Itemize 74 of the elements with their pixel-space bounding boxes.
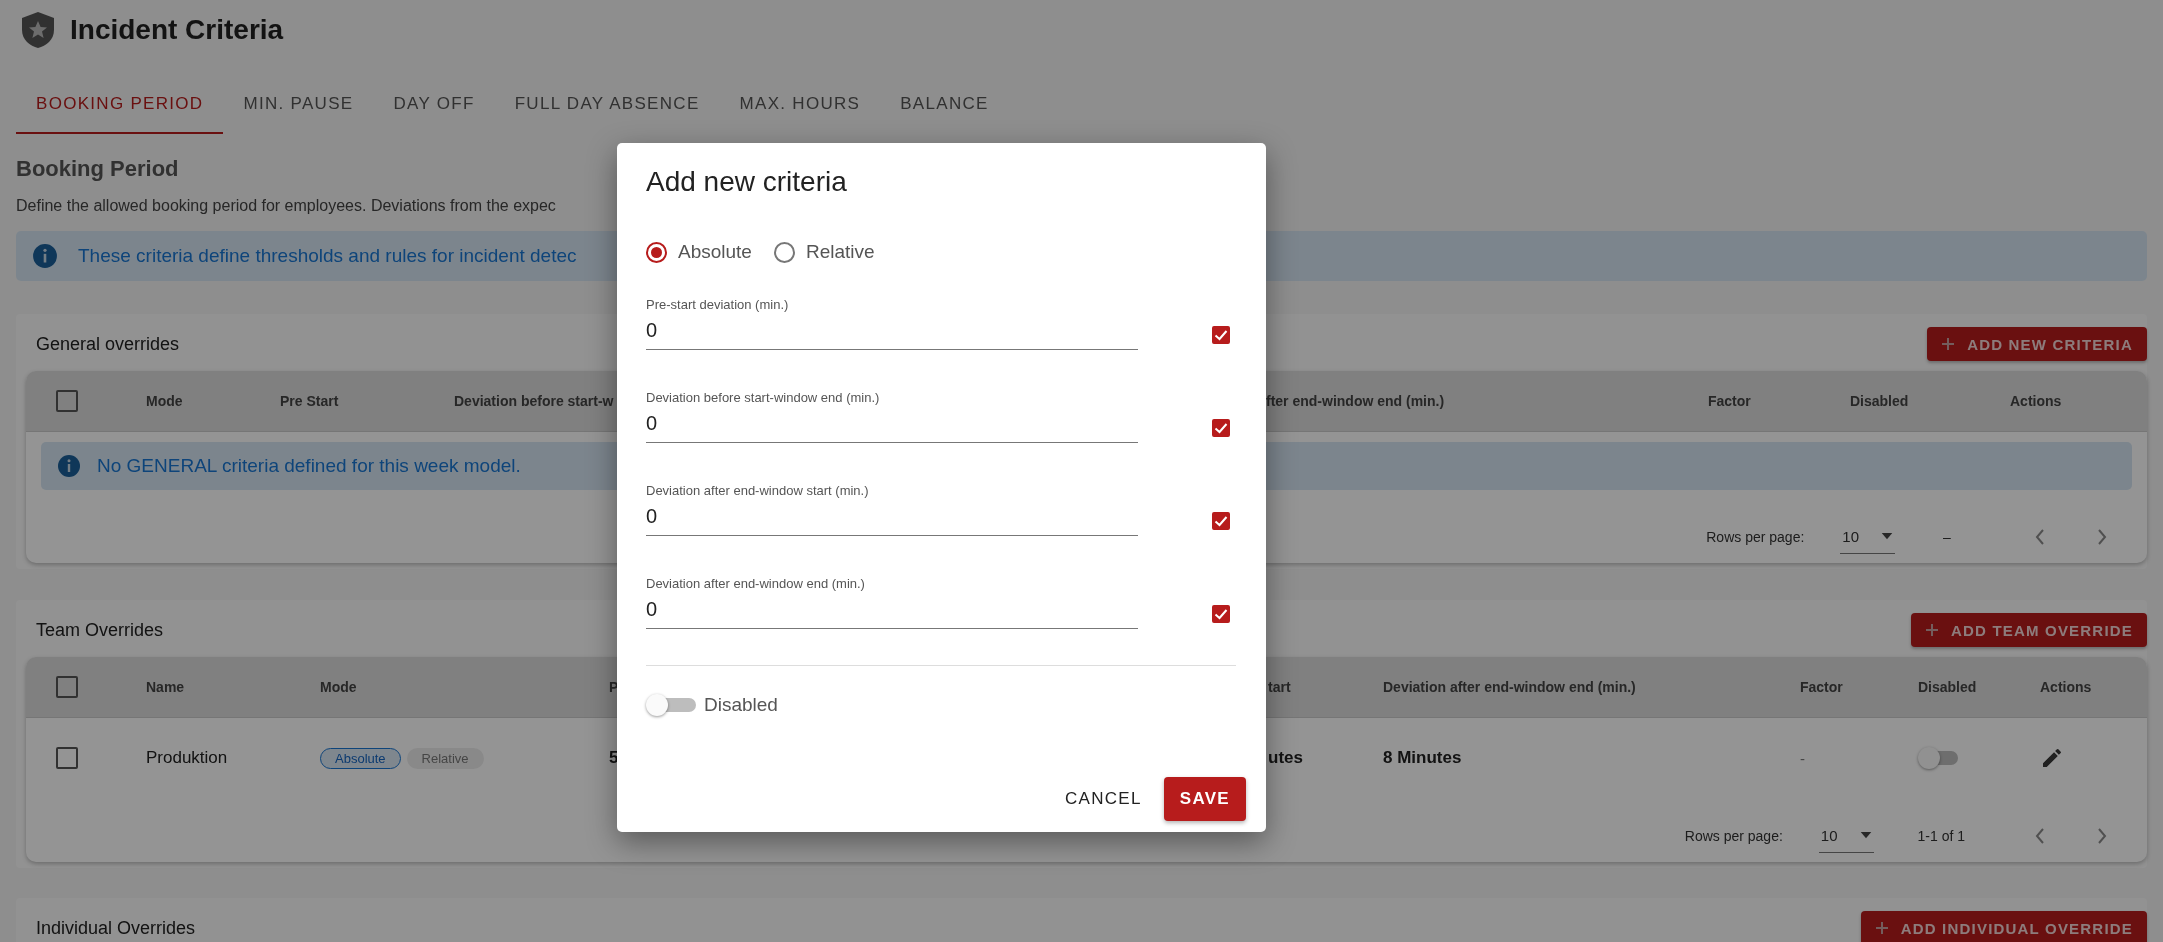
- input-field[interactable]: Deviation before start-window end (min.) 0: [646, 390, 1138, 443]
- column-header: Factor: [1708, 393, 1751, 409]
- plus-icon: [1941, 337, 1956, 351]
- radio-button[interactable]: [646, 241, 667, 263]
- mode-chip[interactable]: Relative: [406, 747, 484, 769]
- column-header: tart: [1268, 679, 1291, 695]
- info-text: These criteria define thresholds and rules for incident detec: [78, 245, 577, 267]
- rows-per-page-select[interactable]: 10: [1840, 528, 1895, 554]
- page-range: 1-1 of 1: [1917, 828, 1965, 844]
- checkbox[interactable]: [1212, 419, 1230, 437]
- input-field[interactable]: Deviation after end-window end (min.) 0: [646, 576, 1138, 629]
- add-new-criteria-button[interactable]: ADD NEW CRITERIA: [1927, 327, 2147, 361]
- column-header: Mode: [146, 393, 183, 409]
- info-icon: [32, 243, 58, 269]
- column-header: fter end-window end (min.): [1266, 393, 1445, 409]
- add-individual-override-button[interactable]: ADD INDIVIDUAL OVERRIDE: [1860, 911, 2147, 942]
- tab[interactable]: DAY OFF: [373, 75, 495, 134]
- column-header: Name: [146, 679, 185, 695]
- input-field[interactable]: Pre-start deviation (min.) 0: [646, 297, 1138, 350]
- save-button[interactable]: SAVE: [1163, 777, 1246, 821]
- section-description: Define the allowed booking period for employees. Deviations from the expec: [16, 196, 556, 216]
- rows-per-page-label: Rows per page:: [1684, 828, 1783, 844]
- dropdown-icon: [1881, 533, 1893, 540]
- column-header: Pre Start: [280, 393, 339, 409]
- previous-page-icon[interactable]: [2035, 828, 2045, 844]
- table-cell-text: utes: [1268, 748, 1304, 768]
- switch-label: Disabled: [704, 694, 778, 716]
- cancel-button[interactable]: CANCEL: [1061, 781, 1146, 817]
- select-all-checkbox[interactable]: [56, 676, 78, 698]
- radio-label[interactable]: Absolute: [678, 241, 752, 263]
- checkbox[interactable]: [1212, 605, 1230, 623]
- card-title: General overrides: [36, 333, 180, 355]
- tab[interactable]: FULL DAY ABSENCE: [494, 75, 720, 134]
- empty-message: No GENERAL criteria defined for this week model.: [97, 455, 521, 477]
- tab[interactable]: MIN. PAUSE: [223, 75, 374, 134]
- add-team-override-button[interactable]: ADD TEAM OVERRIDE: [1910, 613, 2147, 647]
- tab[interactable]: BOOKING PERIOD: [16, 75, 224, 134]
- plus-icon: [1874, 921, 1889, 935]
- checkbox[interactable]: [1212, 512, 1230, 530]
- page-range: –: [1943, 529, 1952, 545]
- input-field[interactable]: Deviation after end-window start (min.) 0: [646, 483, 1138, 536]
- table-cell-text: -: [1800, 749, 1806, 767]
- table-cell-text: Produktion: [146, 748, 229, 768]
- checkbox[interactable]: [1212, 326, 1230, 344]
- next-page-icon[interactable]: [2097, 828, 2107, 844]
- table-cell-text: 8 Minutes: [1383, 748, 1463, 768]
- plus-icon: [1924, 623, 1939, 637]
- previous-page-icon[interactable]: [2035, 529, 2045, 545]
- column-header: Disabled: [1918, 679, 1977, 695]
- column-header: Deviation after end-window end (min.): [1383, 679, 1636, 695]
- radio-label[interactable]: Relative: [805, 241, 875, 263]
- dropdown-icon: [1859, 832, 1872, 839]
- mode-chip[interactable]: Absolute: [320, 747, 401, 769]
- edit-icon[interactable]: [2040, 746, 2064, 770]
- tab[interactable]: MAX. HOURS: [719, 75, 881, 134]
- radio-button[interactable]: [773, 241, 795, 263]
- section-title: Booking Period: [16, 155, 179, 183]
- row-checkbox[interactable]: [56, 747, 78, 769]
- select-all-checkbox[interactable]: [56, 390, 78, 412]
- column-header: Actions: [2040, 679, 2092, 695]
- column-header: Mode: [320, 679, 357, 695]
- rows-per-page-select[interactable]: 10: [1818, 827, 1874, 853]
- dialog-title: Add new criteria: [646, 165, 848, 199]
- info-icon: [57, 454, 81, 478]
- page-title: Incident Criteria: [70, 14, 284, 46]
- card-title: Team Overrides: [36, 619, 164, 641]
- column-header: Factor: [1800, 679, 1843, 695]
- column-header: Disabled: [1850, 393, 1909, 409]
- card-title: Individual Overrides: [36, 917, 196, 939]
- tab[interactable]: BALANCE: [880, 75, 1009, 134]
- rows-per-page-label: Rows per page:: [1706, 529, 1805, 545]
- column-header: Actions: [2010, 393, 2062, 409]
- next-page-icon[interactable]: [2097, 529, 2107, 545]
- column-header: Deviation before start-w: [454, 393, 614, 409]
